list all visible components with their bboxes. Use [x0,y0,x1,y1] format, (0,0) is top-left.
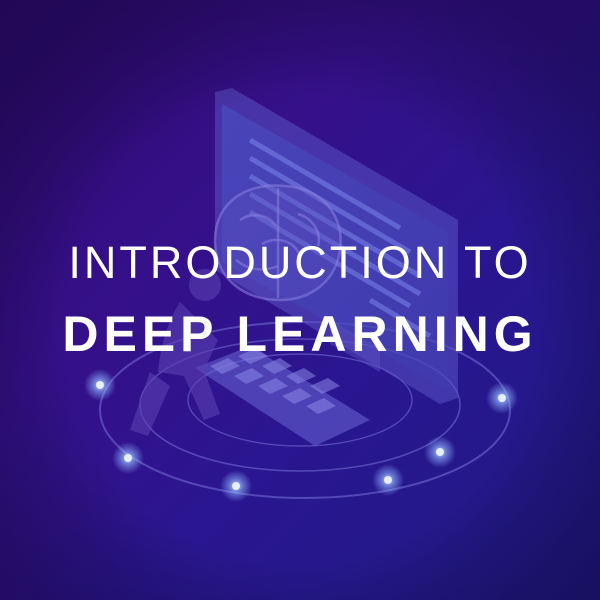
title-line-introduction: INTRODUCTION TO [68,237,532,288]
deep-learning-illustration [0,0,600,600]
title-line-deep-learning: DEEP LEARNING [62,306,538,362]
course-banner: INTRODUCTION TO DEEP LEARNING [0,0,600,600]
